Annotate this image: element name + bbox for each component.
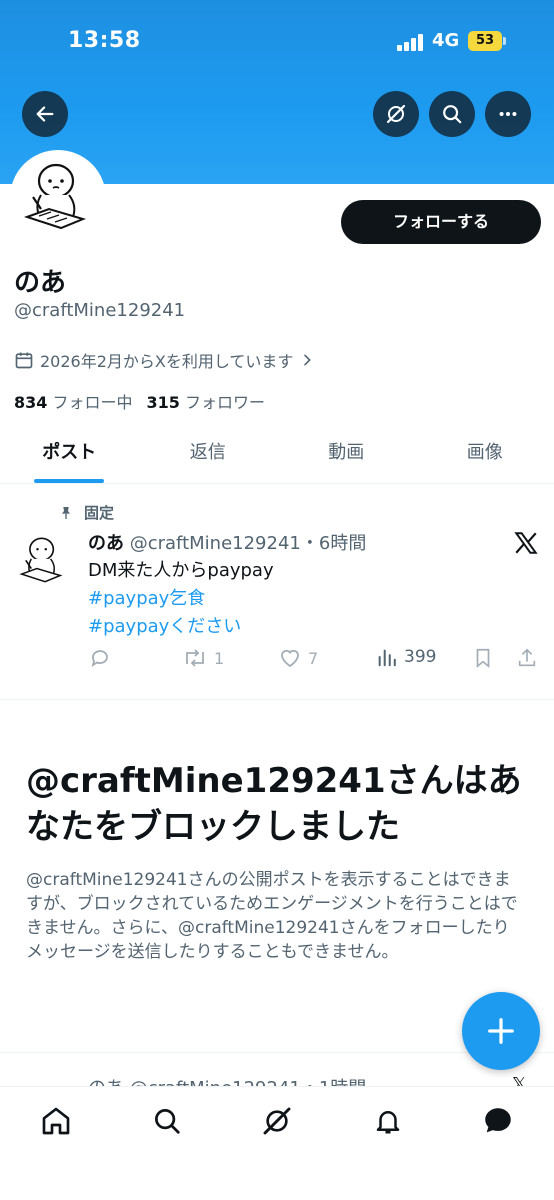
views-icon <box>378 649 396 667</box>
share-icon <box>518 648 536 667</box>
views-button[interactable]: 399 <box>376 646 436 668</box>
tab-videos[interactable]: 動画 <box>277 430 416 483</box>
pin-icon <box>62 506 70 519</box>
arrow-left-icon <box>36 106 54 122</box>
post-meta: @craftMine129241・6時間 <box>129 533 367 554</box>
calendar-icon <box>15 352 33 369</box>
hashtag-link[interactable]: #paypayください <box>88 613 274 641</box>
repost-icon <box>186 649 204 667</box>
network-type: 4G <box>432 30 460 51</box>
post-actions: 1 7 399 <box>88 646 544 676</box>
more-horizontal-icon <box>499 111 517 117</box>
status-time: 13:58 <box>68 28 141 53</box>
home-icon <box>42 1107 70 1135</box>
handle: @craftMine129241 <box>14 300 186 321</box>
x-logo-icon[interactable] <box>513 530 539 556</box>
follow-stats: 834 フォロー中 315 フォロワー <box>14 389 265 413</box>
post-body: DM来た人からpaypay #paypay乞食 #paypayください <box>88 557 274 641</box>
signal-icon <box>397 33 427 51</box>
nav-messages[interactable] <box>478 1101 518 1141</box>
status-bar: 13:58 4G 53 <box>0 0 554 84</box>
share-button[interactable] <box>516 646 538 670</box>
following-count: 834 <box>14 393 48 412</box>
following-link[interactable]: 834 フォロー中 <box>14 393 133 412</box>
follow-button[interactable]: フォローする <box>341 200 541 244</box>
grok-icon <box>263 1107 291 1135</box>
grok-button[interactable] <box>373 91 419 137</box>
post-text: DM来た人からpaypay <box>88 560 274 581</box>
joined-date[interactable]: 2026年2月からXを利用しています <box>14 348 315 372</box>
like-count: 7 <box>308 648 319 668</box>
search-icon <box>443 105 462 124</box>
compose-button[interactable] <box>462 992 540 1070</box>
pinned-label: 固定 <box>84 504 115 522</box>
tab-replies[interactable]: 返信 <box>139 430 278 483</box>
battery-icon: 53 <box>468 31 506 51</box>
hashtag-link[interactable]: #paypay乞食 <box>88 585 274 613</box>
blocked-title: @craftMine129241さんはあなたをブロックしました <box>26 761 522 847</box>
bookmark-button[interactable] <box>472 646 494 670</box>
grok-icon <box>386 104 406 124</box>
repost-button[interactable]: 1 <box>182 646 224 670</box>
search-button[interactable] <box>429 91 475 137</box>
reply-icon <box>91 650 108 667</box>
post-avatar[interactable] <box>12 530 74 592</box>
chevron-right-icon <box>304 354 312 366</box>
nav-notifications[interactable] <box>368 1101 408 1141</box>
like-button[interactable]: 7 <box>278 646 318 670</box>
profile-tabs: ポスト 返信 動画 画像 <box>0 430 554 484</box>
followers-count: 315 <box>146 393 180 412</box>
nav-search[interactable] <box>147 1101 187 1141</box>
notifications-icon <box>376 1111 400 1134</box>
followers-link[interactable]: 315 フォロワー <box>147 393 266 412</box>
profile-avatar[interactable] <box>10 150 106 246</box>
divider <box>0 699 554 700</box>
joined-text: 2026年2月からXを利用しています <box>40 352 294 371</box>
back-button[interactable] <box>22 91 68 137</box>
repost-count: 1 <box>214 648 225 668</box>
heart-icon <box>281 649 299 668</box>
battery-level: 53 <box>468 31 502 51</box>
followers-label: フォロワー <box>185 393 266 412</box>
messages-icon <box>485 1108 511 1133</box>
views-count: 399 <box>404 647 437 667</box>
search-icon <box>155 1109 180 1134</box>
next-post-x-logo: 𝕏 <box>512 1074 527 1086</box>
bookmark-icon <box>476 648 490 669</box>
plus-icon <box>488 1018 514 1044</box>
more-button[interactable] <box>485 91 531 137</box>
tab-posts[interactable]: ポスト <box>0 430 139 483</box>
post-header: のあ @craftMine129241・6時間 <box>88 529 366 555</box>
display-name: のあ <box>14 268 67 298</box>
post-author-name[interactable]: のあ <box>88 533 124 554</box>
tab-images[interactable]: 画像 <box>416 430 554 483</box>
nav-grok[interactable] <box>257 1101 297 1141</box>
bottom-navigation <box>0 1086 554 1200</box>
reply-button[interactable] <box>88 646 112 670</box>
following-label: フォロー中 <box>52 393 133 412</box>
pinned-indicator: 固定 <box>58 502 114 523</box>
blocked-description: @craftMine129241さんの公開ポストを表示することはできますが、ブロ… <box>26 870 518 962</box>
nav-home[interactable] <box>36 1101 76 1141</box>
